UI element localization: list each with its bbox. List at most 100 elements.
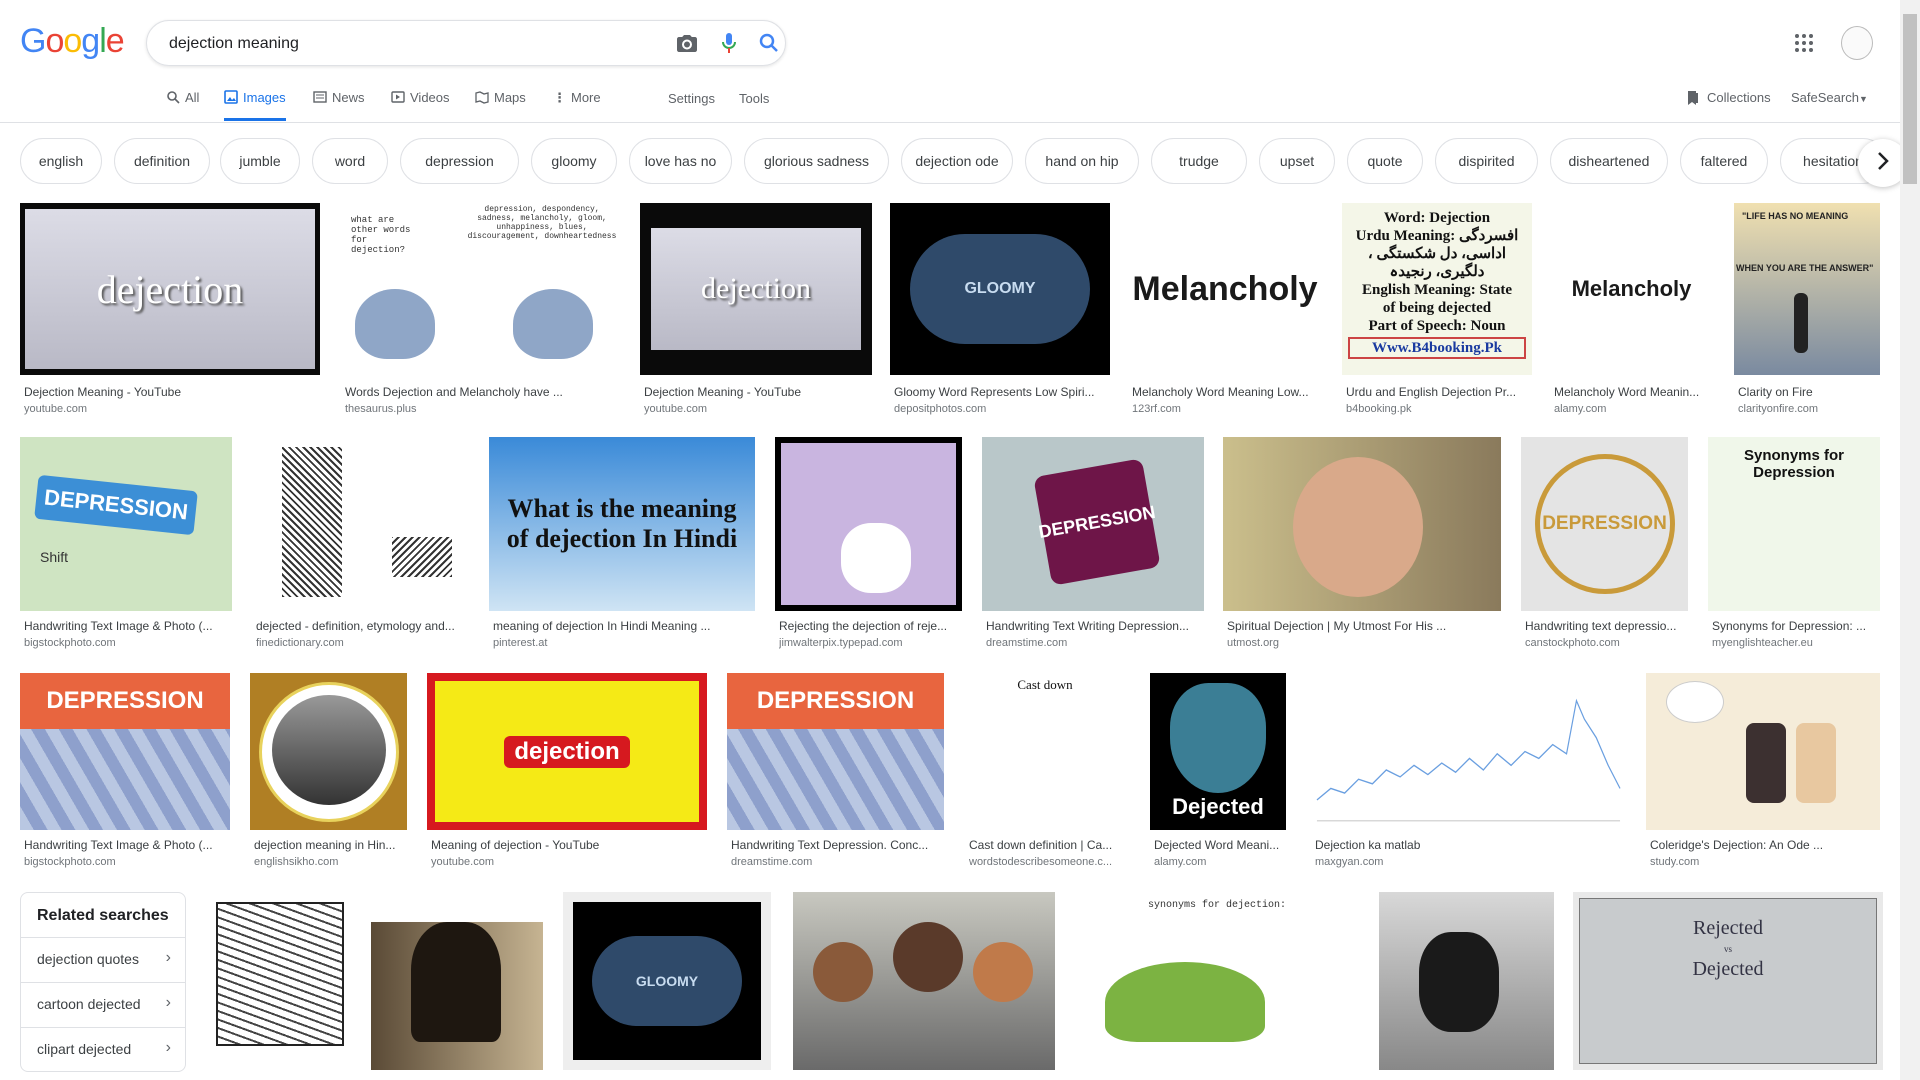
microphone-icon[interactable]: [717, 31, 741, 55]
related-item[interactable]: dejection quotes ›: [21, 937, 185, 982]
result-title[interactable]: Handwriting Text Writing Depression...: [986, 619, 1200, 633]
camera-icon[interactable]: [675, 31, 699, 55]
result-source[interactable]: wordstodescribesomeone.c...: [969, 856, 1121, 868]
result-title[interactable]: Melancholy Word Meaning Low...: [1132, 385, 1318, 399]
image-thumbnail[interactable]: synonyms for dejection:: [1075, 892, 1359, 1070]
collections-link[interactable]: Collections: [1707, 90, 1771, 105]
tab-all[interactable]: All: [166, 90, 199, 122]
tab-more[interactable]: ⋮ More: [553, 90, 601, 122]
image-thumbnail[interactable]: DEPRESSION: [1521, 437, 1688, 611]
image-result-card[interactable]: Spiritual Dejection | My Utmost For His …: [1223, 437, 1501, 653]
image-thumbnail[interactable]: dejection: [640, 203, 872, 375]
collections-icon[interactable]: [1686, 90, 1700, 109]
chip-glorious-sadness[interactable]: glorious sadness: [744, 138, 889, 184]
search-input[interactable]: [167, 31, 651, 57]
result-title[interactable]: Handwriting Text Image & Photo (...: [24, 838, 226, 852]
image-thumbnail[interactable]: dejection: [20, 203, 320, 375]
scrollbar-thumb[interactable]: [1903, 14, 1917, 184]
result-title[interactable]: Urdu and English Dejection Pr...: [1346, 385, 1528, 399]
tab-news[interactable]: News: [313, 90, 365, 122]
image-result-card[interactable]: Dejected Dejected Word Meani... alamy.com: [1150, 673, 1286, 872]
image-thumbnail[interactable]: [793, 892, 1055, 1070]
image-thumbnail[interactable]: [1379, 892, 1554, 1070]
related-item[interactable]: cartoon dejected ›: [21, 982, 185, 1027]
chip-quote[interactable]: quote: [1347, 138, 1423, 184]
result-source[interactable]: myenglishteacher.eu: [1712, 637, 1876, 649]
result-title[interactable]: Handwriting Text Depression. Conc...: [731, 838, 940, 852]
chip-english[interactable]: english: [20, 138, 102, 184]
image-thumbnail[interactable]: Melancholy: [1550, 203, 1713, 375]
result-title[interactable]: Dejection ka matlab: [1315, 838, 1620, 852]
chip-disheartened[interactable]: disheartened: [1550, 138, 1668, 184]
result-source[interactable]: youtube.com: [644, 403, 868, 415]
result-source[interactable]: b4booking.pk: [1346, 403, 1528, 415]
result-title[interactable]: dejection meaning in Hin...: [254, 838, 403, 852]
result-title[interactable]: dejected - definition, etymology and...: [256, 619, 464, 633]
image-result-card[interactable]: dejection meaning in Hin... englishsikho.…: [250, 673, 407, 872]
result-title[interactable]: Melancholy Word Meanin...: [1554, 385, 1709, 399]
tools-link[interactable]: Tools: [739, 91, 769, 106]
image-thumbnail[interactable]: Melancholy: [1128, 203, 1322, 375]
image-thumbnail[interactable]: [1646, 673, 1880, 830]
settings-link[interactable]: Settings: [668, 91, 715, 106]
image-result-card[interactable]: Coleridge's Dejection: An Ode ... study.c…: [1646, 673, 1880, 872]
safesearch-link[interactable]: SafeSearch▼: [1791, 90, 1868, 105]
chip-dispirited[interactable]: dispirited: [1435, 138, 1538, 184]
image-result-card[interactable]: Melancholy Melancholy Word Meaning Low...…: [1128, 203, 1322, 419]
image-result-card[interactable]: DEPRESSION Handwriting Text Depression. C…: [727, 673, 944, 872]
search-icon[interactable]: [757, 31, 781, 55]
google-logo[interactable]: Google: [20, 22, 125, 61]
result-source[interactable]: jimwalterpix.typepad.com: [779, 637, 958, 649]
image-thumbnail[interactable]: [775, 437, 962, 611]
result-title[interactable]: Meaning of dejection - YouTube: [431, 838, 703, 852]
result-source[interactable]: maxgyan.com: [1315, 856, 1620, 868]
image-result-card[interactable]: Melancholy Melancholy Word Meanin... alamy…: [1550, 203, 1713, 419]
image-result-card[interactable]: DEPRESSION Handwriting Text Writing Depre…: [982, 437, 1204, 653]
tab-videos[interactable]: Videos: [391, 90, 450, 122]
image-thumbnail[interactable]: DEPRESSION Shift: [20, 437, 232, 611]
image-thumbnail[interactable]: DEPRESSION: [982, 437, 1204, 611]
result-title[interactable]: Coleridge's Dejection: An Ode ...: [1650, 838, 1876, 852]
image-result-card[interactable]: Rejecting the dejection of reje... jimwal…: [775, 437, 962, 653]
image-thumbnail[interactable]: [206, 892, 350, 1070]
result-title[interactable]: Handwriting text depressio...: [1525, 619, 1684, 633]
result-title[interactable]: meaning of dejection In Hindi Meaning ..…: [493, 619, 751, 633]
page-scrollbar[interactable]: [1900, 0, 1920, 1080]
result-title[interactable]: Words Dejection and Melancholy have ...: [345, 385, 617, 399]
result-title[interactable]: Dejection Meaning - YouTube: [644, 385, 868, 399]
image-thumbnail[interactable]: [371, 892, 543, 1070]
image-thumbnail[interactable]: Dejected: [1150, 673, 1286, 830]
image-thumbnail[interactable]: What is the meaning of dejection In Hind…: [489, 437, 755, 611]
image-thumbnail[interactable]: [1311, 673, 1624, 830]
result-title[interactable]: Cast down definition | Ca...: [969, 838, 1121, 852]
image-thumbnail[interactable]: what are other words for dejection? depre…: [341, 203, 621, 375]
result-title[interactable]: Dejection Meaning - YouTube: [24, 385, 316, 399]
result-source[interactable]: thesaurus.plus: [345, 403, 617, 415]
chip-word[interactable]: word: [312, 138, 388, 184]
chip-trudge[interactable]: trudge: [1151, 138, 1247, 184]
image-result-card[interactable]: Synonyms for Depression Synonyms for Depr…: [1708, 437, 1880, 653]
chip-upset[interactable]: upset: [1259, 138, 1335, 184]
result-title[interactable]: Dejected Word Meani...: [1154, 838, 1282, 852]
image-thumbnail[interactable]: Rejected vs Dejected: [1573, 892, 1883, 1070]
image-thumbnail[interactable]: DEPRESSION: [20, 673, 230, 830]
result-source[interactable]: pinterest.at: [493, 637, 751, 649]
result-title[interactable]: Rejecting the dejection of reje...: [779, 619, 958, 633]
result-source[interactable]: dreamstime.com: [986, 637, 1200, 649]
image-result-card[interactable]: "LIFE HAS NO MEANING WHEN YOU ARE THE ANS…: [1734, 203, 1880, 419]
result-source[interactable]: alamy.com: [1554, 403, 1709, 415]
image-thumbnail[interactable]: dejection: [427, 673, 707, 830]
result-source[interactable]: study.com: [1650, 856, 1876, 868]
image-result-card[interactable]: DEPRESSION Handwriting Text Image & Photo…: [20, 673, 230, 872]
image-thumbnail[interactable]: [1223, 437, 1501, 611]
result-source[interactable]: clarityonfire.com: [1738, 403, 1876, 415]
result-title[interactable]: Handwriting Text Image & Photo (...: [24, 619, 228, 633]
result-title[interactable]: Gloomy Word Represents Low Spiri...: [894, 385, 1106, 399]
chip-faltered[interactable]: faltered: [1680, 138, 1768, 184]
tab-images[interactable]: Images: [224, 90, 286, 121]
chip-gloomy[interactable]: gloomy: [531, 138, 617, 184]
chip-depression[interactable]: depression: [400, 138, 519, 184]
result-source[interactable]: youtube.com: [431, 856, 703, 868]
chip-hand-on-hip[interactable]: hand on hip: [1025, 138, 1139, 184]
image-result-card[interactable]: What is the meaning of dejection In Hind…: [489, 437, 755, 653]
